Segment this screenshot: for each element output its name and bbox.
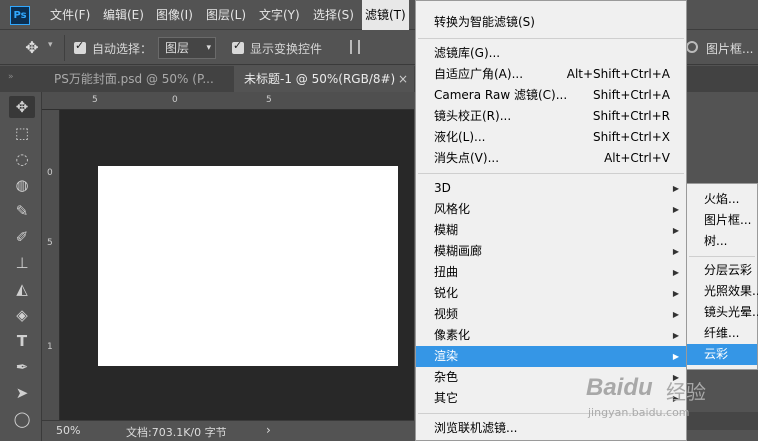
ruler-tick: 0: [172, 95, 178, 105]
horizontal-ruler: 5 0 5: [42, 92, 414, 110]
show-transform-label: 显示变换控件: [250, 42, 323, 56]
menu-separator: [689, 256, 755, 257]
ellipse-tool-icon[interactable]: ◯: [9, 408, 35, 430]
stamp-tool-icon[interactable]: ⊥: [9, 252, 35, 274]
ruler-tick: 5: [92, 95, 98, 105]
submenu-item-flame[interactable]: 火焰...: [687, 189, 757, 210]
move-icon: ✥: [25, 38, 39, 57]
status-menu-arrow[interactable]: ›: [266, 423, 271, 437]
tab-label: 未标题-1 @ 50%(RGB/8#): [244, 72, 396, 86]
ruler-tick: 1: [47, 342, 53, 352]
submenu-item-tree[interactable]: 树...: [687, 231, 757, 252]
submenu-arrow-icon: ▶: [672, 289, 679, 298]
submenu-item-difference-clouds[interactable]: 分层云彩: [687, 260, 757, 281]
submenu-item-fibers[interactable]: 纤维...: [687, 323, 757, 344]
menu-edit[interactable]: 编辑(E): [103, 0, 144, 30]
watermark-brand: Baidu: [586, 374, 653, 401]
menu-item-adaptive-wide-angle[interactable]: 自适应广角(A)... Alt+Shift+Ctrl+A: [416, 64, 686, 85]
tab-untitled-document[interactable]: 未标题-1 @ 50%(RGB/8#) ×: [234, 66, 414, 92]
menu-image[interactable]: 图像(I): [156, 0, 193, 30]
3d-mode-label: 图片框...: [706, 42, 754, 56]
status-bar: 50% 文档:703.1K/0 字节 ›: [42, 420, 414, 441]
menu-item-convert-smart-filter[interactable]: 转换为智能滤镜(S): [416, 12, 686, 33]
menu-separator: [418, 173, 684, 174]
menu-separator: [418, 38, 684, 39]
align-top-icon[interactable]: [350, 40, 360, 54]
marquee-tool-icon[interactable]: ⬚: [9, 122, 35, 144]
menu-item-video[interactable]: 视频 ▶: [416, 304, 686, 325]
watermark-text: 经验: [666, 380, 706, 404]
photoshop-logo: Ps: [10, 6, 30, 25]
divider: [64, 35, 65, 61]
menu-filter[interactable]: 滤镜(T): [362, 0, 409, 30]
auto-select-dropdown[interactable]: 图层 ▾: [158, 37, 216, 59]
quick-select-tool-icon[interactable]: ◍: [9, 174, 35, 196]
menu-item-stylize[interactable]: 风格化 ▶: [416, 199, 686, 220]
submenu-arrow-icon: ▶: [672, 268, 679, 277]
path-select-tool-icon[interactable]: ➤: [9, 382, 35, 404]
auto-select-checkbox[interactable]: [74, 39, 86, 54]
type-tool-icon[interactable]: T: [9, 330, 35, 352]
submenu-arrow-icon: ▶: [672, 226, 679, 235]
vertical-ruler: 0 5 1: [42, 110, 60, 420]
menu-type[interactable]: 文字(Y): [259, 0, 300, 30]
document-info: 文档:703.1K/0 字节: [126, 426, 227, 439]
menu-item-lens-correction[interactable]: 镜头校正(R)... Shift+Ctrl+R: [416, 106, 686, 127]
baidu-watermark: Baidu 经验 jingyan.baidu.com: [584, 372, 754, 430]
menu-item-distort[interactable]: 扭曲 ▶: [416, 262, 686, 283]
show-transform-checkbox[interactable]: [232, 39, 244, 54]
eyedropper-tool-icon[interactable]: ✎: [9, 200, 35, 222]
submenu-item-lens-flare[interactable]: 镜头光晕...: [687, 302, 758, 323]
menu-file[interactable]: 文件(F): [50, 0, 90, 30]
menu-item-camera-raw[interactable]: Camera Raw 滤镜(C)... Shift+Ctrl+A: [416, 85, 686, 106]
menu-item-pixelate[interactable]: 像素化 ▶: [416, 325, 686, 346]
ruler-tick: 5: [47, 238, 53, 248]
render-submenu: 火焰... 图片框... 树... 分层云彩 光照效果... 镜头光晕... 纤…: [686, 183, 758, 370]
3d-orbit-icon[interactable]: [686, 41, 698, 53]
tools-panel: ✥ ⬚ ◌ ◍ ✎ ✐ ⊥ ◭ ◈ T ✒ ➤ ◯: [0, 92, 42, 441]
menu-item-vanishing-point[interactable]: 消失点(V)... Alt+Ctrl+V: [416, 148, 686, 169]
tab-label: PS万能封面.psd @ 50% (P...: [54, 72, 214, 86]
submenu-item-picture-frame[interactable]: 图片框...: [687, 210, 757, 231]
chevron-down-icon[interactable]: ▾: [48, 40, 53, 50]
submenu-arrow-icon: ▶: [672, 352, 679, 361]
zoom-level[interactable]: 50%: [56, 424, 80, 437]
panel-tabs: [686, 66, 758, 92]
tab-cover-document[interactable]: PS万能封面.psd @ 50% (P...: [44, 66, 234, 92]
submenu-item-lighting-effects[interactable]: 光照效果...: [687, 281, 758, 302]
ruler-tick: 5: [266, 95, 272, 105]
menu-item-sharpen[interactable]: 锐化 ▶: [416, 283, 686, 304]
menu-item-3d[interactable]: 3D ▶: [416, 178, 686, 199]
document-canvas[interactable]: [98, 166, 398, 366]
submenu-arrow-icon: ▶: [672, 310, 679, 319]
menu-layer[interactable]: 图层(L): [206, 0, 246, 30]
auto-select-value: 图层: [165, 41, 190, 55]
menu-item-blur-gallery[interactable]: 模糊画廊 ▶: [416, 241, 686, 262]
ruler-tick: 0: [47, 168, 53, 178]
lasso-tool-icon[interactable]: ◌: [9, 148, 35, 170]
menu-select[interactable]: 选择(S): [313, 0, 354, 30]
close-icon[interactable]: ×: [398, 66, 408, 92]
submenu-item-clouds[interactable]: 云彩: [687, 344, 757, 365]
auto-select-label: 自动选择：: [92, 42, 153, 56]
menu-item-render[interactable]: 渲染 ▶: [416, 346, 686, 367]
menu-item-liquify[interactable]: 液化(L)... Shift+Ctrl+X: [416, 127, 686, 148]
move-tool-icon[interactable]: ✥: [9, 96, 35, 118]
brush-tool-icon[interactable]: ✐: [9, 226, 35, 248]
collapse-icon[interactable]: »: [8, 72, 14, 82]
menu-item-blur[interactable]: 模糊 ▶: [416, 220, 686, 241]
submenu-arrow-icon: ▶: [672, 205, 679, 214]
submenu-arrow-icon: ▶: [672, 331, 679, 340]
paint-bucket-tool-icon[interactable]: ◈: [9, 304, 35, 326]
chevron-down-icon: ▾: [206, 43, 211, 53]
watermark-url: jingyan.baidu.com: [588, 406, 690, 419]
eraser-tool-icon[interactable]: ◭: [9, 278, 35, 300]
submenu-arrow-icon: ▶: [672, 247, 679, 256]
pen-tool-icon[interactable]: ✒: [9, 356, 35, 378]
submenu-arrow-icon: ▶: [672, 184, 679, 193]
menu-item-filter-gallery[interactable]: 滤镜库(G)...: [416, 43, 686, 64]
